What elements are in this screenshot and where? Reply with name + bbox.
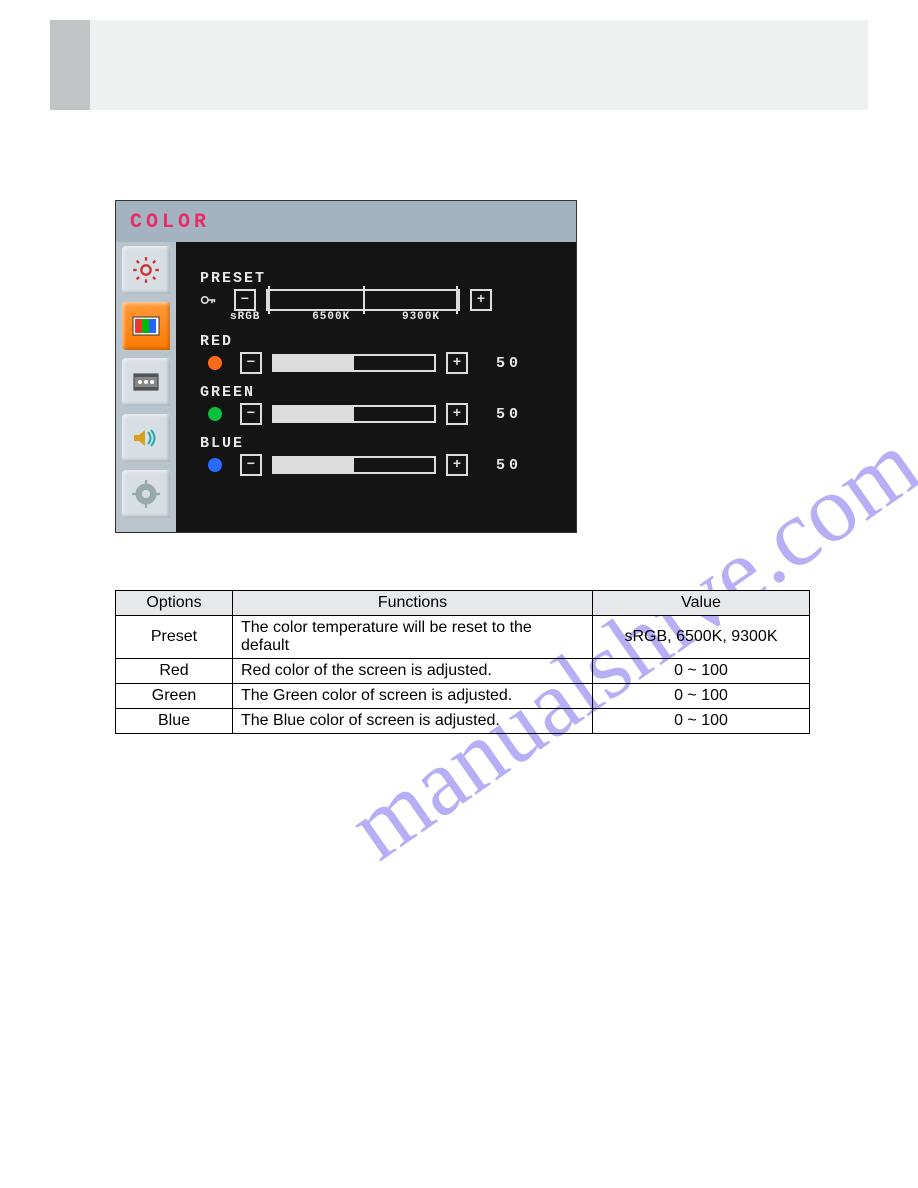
red-slider[interactable] <box>272 354 436 372</box>
sidebar-settings-icon[interactable] <box>122 470 170 518</box>
th-value: Value <box>593 591 810 616</box>
osd-panel: COLOR <box>115 200 577 533</box>
th-options: Options <box>116 591 233 616</box>
osd-content: PRESET − + sRGB 6500K 9300 <box>176 242 576 532</box>
cell-func: Red color of the screen is adjusted. <box>233 659 593 684</box>
preset-label: PRESET <box>200 270 560 287</box>
sidebar-color-icon[interactable] <box>122 302 170 350</box>
sun-icon <box>132 256 160 284</box>
rgb-bars-icon <box>131 315 161 337</box>
cell-option: Blue <box>116 709 233 734</box>
table-row: Blue The Blue color of screen is adjuste… <box>116 709 810 734</box>
blue-label: BLUE <box>200 435 560 452</box>
cell-func: The Blue color of screen is adjusted. <box>233 709 593 734</box>
preset-slider-row: − + <box>200 289 560 311</box>
sidebar-brightness-icon[interactable] <box>122 246 170 294</box>
speaker-icon <box>131 427 161 449</box>
red-dot-icon <box>208 356 222 370</box>
green-value: 50 <box>496 406 522 423</box>
preset-option-9300k: 9300K <box>402 311 440 323</box>
preset-slider[interactable] <box>266 289 460 311</box>
preset-option-6500k: 6500K <box>312 311 350 323</box>
table-row: Preset The color temperature will be res… <box>116 616 810 659</box>
blue-value: 50 <box>496 457 522 474</box>
blue-slider-row: − + 50 <box>200 454 560 476</box>
document-header-tab <box>50 20 90 110</box>
osd-sidebar <box>116 242 176 532</box>
cell-option: Red <box>116 659 233 684</box>
table-row: Green The Green color of screen is adjus… <box>116 684 810 709</box>
cell-value: sRGB, 6500K, 9300K <box>593 616 810 659</box>
green-minus-button[interactable]: − <box>240 403 262 425</box>
cell-value: 0 ~ 100 <box>593 659 810 684</box>
filmstrip-icon <box>131 370 161 394</box>
th-functions: Functions <box>233 591 593 616</box>
sidebar-image-icon[interactable] <box>122 358 170 406</box>
green-slider-row: − + 50 <box>200 403 560 425</box>
blue-dot-icon <box>208 458 222 472</box>
red-plus-button[interactable]: + <box>446 352 468 374</box>
preset-minus-button[interactable]: − <box>234 289 256 311</box>
key-icon <box>200 292 216 308</box>
red-value: 50 <box>496 355 522 372</box>
cell-value: 0 ~ 100 <box>593 709 810 734</box>
table-row: Red Red color of the screen is adjusted.… <box>116 659 810 684</box>
cell-value: 0 ~ 100 <box>593 684 810 709</box>
blue-slider[interactable] <box>272 456 436 474</box>
preset-plus-button[interactable]: + <box>470 289 492 311</box>
green-label: GREEN <box>200 384 560 401</box>
osd-title: COLOR <box>116 201 576 242</box>
document-header-bar <box>50 20 868 110</box>
green-plus-button[interactable]: + <box>446 403 468 425</box>
options-table: Options Functions Value Preset The color… <box>115 590 810 734</box>
preset-option-srgb: sRGB <box>230 311 260 323</box>
cell-option: Green <box>116 684 233 709</box>
blue-minus-button[interactable]: − <box>240 454 262 476</box>
cell-func: The color temperature will be reset to t… <box>233 616 593 659</box>
preset-tick-labels: sRGB 6500K 9300K <box>230 311 440 323</box>
green-slider[interactable] <box>272 405 436 423</box>
cell-option: Preset <box>116 616 233 659</box>
cell-func: The Green color of screen is adjusted. <box>233 684 593 709</box>
sidebar-audio-icon[interactable] <box>122 414 170 462</box>
gear-icon <box>132 480 160 508</box>
green-dot-icon <box>208 407 222 421</box>
blue-plus-button[interactable]: + <box>446 454 468 476</box>
red-minus-button[interactable]: − <box>240 352 262 374</box>
red-slider-row: − + 50 <box>200 352 560 374</box>
red-label: RED <box>200 333 560 350</box>
